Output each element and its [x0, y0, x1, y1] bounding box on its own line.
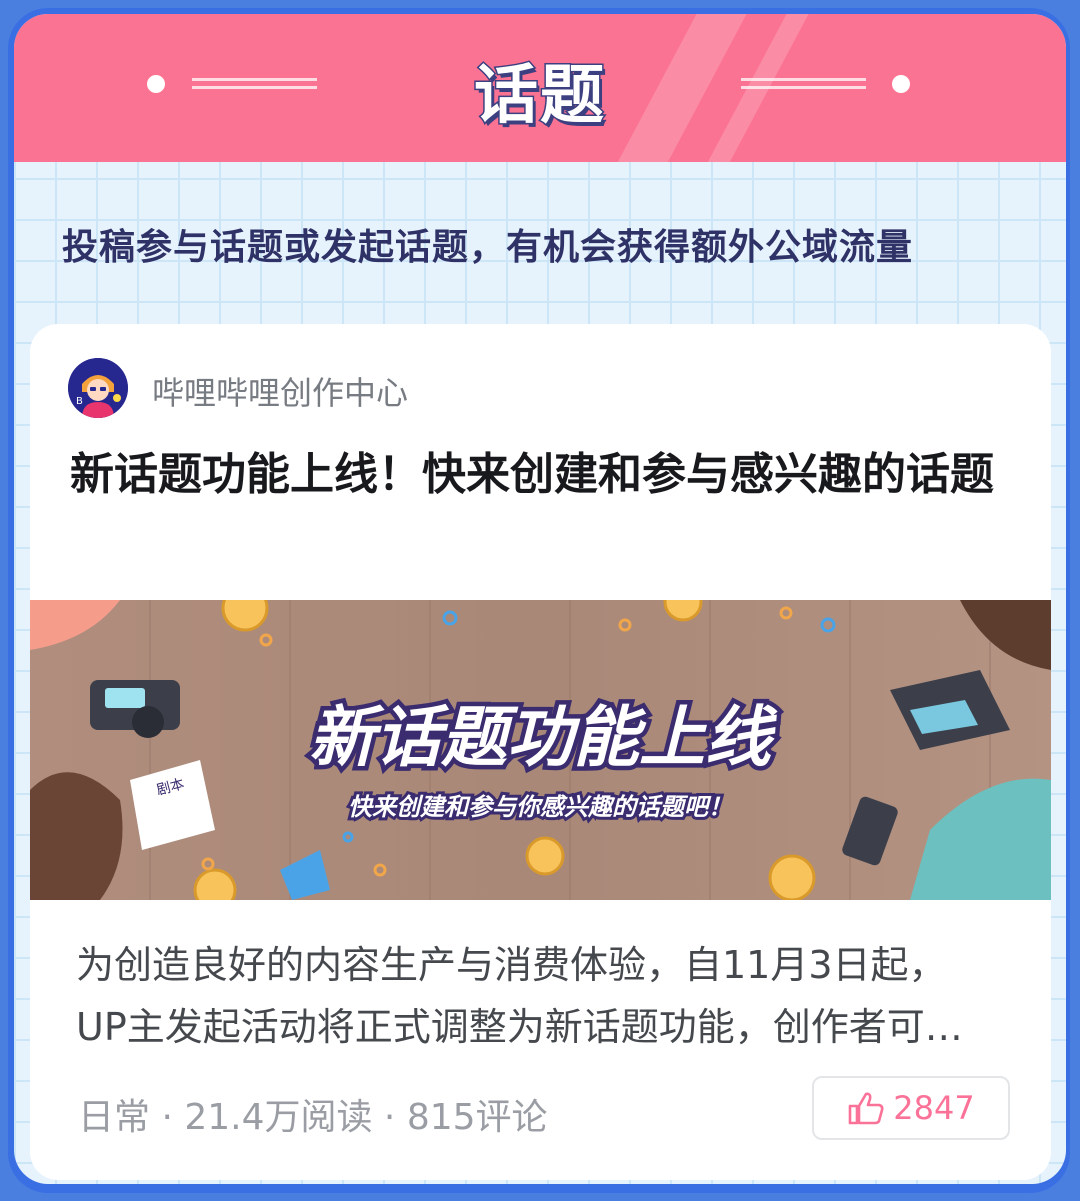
cover-headline: 新话题功能上线 [309, 699, 778, 776]
like-count: 2847 [893, 1089, 975, 1127]
promo-text: 投稿参与话题或发起话题，有机会获得额外公域流量 [62, 227, 914, 268]
thumbs-up-icon [848, 1092, 884, 1125]
author-name[interactable]: 哔哩哔哩创作中心 [152, 368, 408, 414]
article-title[interactable]: 新话题功能上线！快来创建和参与感兴趣的话题 [70, 440, 1020, 510]
author-avatar[interactable]: B [68, 358, 128, 418]
article-cover-image[interactable]: 新话题功能上线 快来创建和参与你感兴趣的话题吧！ 剧本 [30, 600, 1051, 900]
topic-banner: 话题 [14, 14, 1066, 162]
cover-subline: 快来创建和参与你感兴趣的话题吧！ [348, 793, 732, 821]
banner-title: 话题 [473, 58, 606, 135]
article-card[interactable]: B 哔哩哔哩创作中心 新话题功能上线！快来创建和参与感兴趣的话题 新话题功能上线… [30, 324, 1051, 1180]
cover-illustration: 新话题功能上线 快来创建和参与你感兴趣的话题吧！ 剧本 [30, 600, 1051, 900]
article-meta: 日常 · 21.4万阅读 · 815评论 [78, 1097, 548, 1138]
article-excerpt[interactable]: 为创造良好的内容生产与消费体验，自11月3日起，UP主发起活动将正式调整为新话题… [76, 934, 996, 1058]
like-button[interactable]: 2847 [812, 1076, 1010, 1140]
svg-text:B: B [76, 396, 83, 407]
topic-panel: 话题 投稿参与话题或发起话题，有机会获得额外公域流量 B 哔哩哔哩创作中心 新话… [14, 14, 1066, 1184]
avatar-illustration: B [68, 358, 128, 418]
